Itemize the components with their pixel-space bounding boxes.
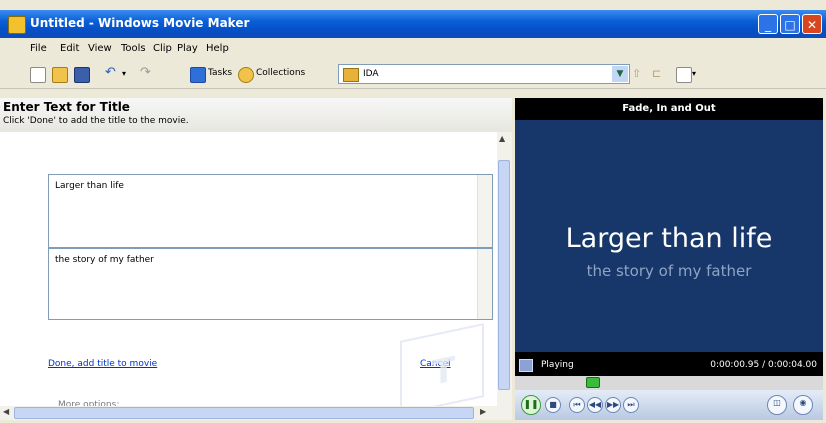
menu-play[interactable]: Play <box>177 43 198 54</box>
forward-icon[interactable]: ▶▶ <box>605 397 621 413</box>
stop-icon[interactable]: ■ <box>545 397 561 413</box>
next-frame-icon[interactable]: ⏭ <box>623 397 639 413</box>
open-project-icon[interactable] <box>52 67 68 83</box>
panel-instruction: Click 'Done' to add the title to the mov… <box>3 116 189 126</box>
undo-dropdown-icon[interactable]: ▾ <box>122 67 136 81</box>
take-picture-icon[interactable]: ◉ <box>793 395 813 415</box>
horizontal-scroll-thumb[interactable] <box>14 407 474 419</box>
minimize-button[interactable]: _ <box>758 14 778 34</box>
tasks-button[interactable]: Tasks <box>208 68 232 84</box>
playback-status: Playing <box>541 360 574 370</box>
collections-icon <box>238 67 254 83</box>
movie-maker-icon <box>8 16 26 34</box>
preview-screen: Larger than life the story of my father <box>515 120 823 352</box>
new-project-icon[interactable] <box>30 67 46 83</box>
collection-value: IDA <box>363 69 379 79</box>
collection-select[interactable]: IDA ▼ <box>338 64 630 84</box>
panel-heading: Enter Text for Title <box>3 100 130 114</box>
panel-header: Enter Text for Title Click 'Done' to add… <box>0 98 512 132</box>
panel-vertical-scrollbar[interactable]: ▲ ▼ <box>497 132 512 420</box>
tasks-icon <box>190 67 206 83</box>
rewind-icon[interactable]: ◀◀ <box>587 397 603 413</box>
menu-view[interactable]: View <box>88 43 112 54</box>
menu-help[interactable]: Help <box>206 43 229 54</box>
close-button[interactable]: ✕ <box>802 14 822 34</box>
seek-thumb[interactable] <box>586 377 600 388</box>
undo-icon[interactable]: ↶ <box>105 66 119 81</box>
playback-status-bar: Playing 0:00:00.95 / 0:00:04.00 <box>515 354 823 376</box>
playback-controls: ❚❚ ■ ⏮ ◀◀ ▶▶ ⏭ ◫ ◉ <box>515 390 823 420</box>
subtitle-text-value: the story of my father <box>55 255 154 265</box>
scroll-left-icon[interactable]: ◀ <box>3 407 9 416</box>
preview-monitor: Fade, In and Out Larger than life the st… <box>515 98 823 420</box>
scroll-right-icon[interactable]: ▶ <box>480 407 486 416</box>
title-task-panel: Enter Text for Title Click 'Done' to add… <box>0 98 512 420</box>
panel-horizontal-scrollbar[interactable]: ◀ ▶ <box>0 406 512 420</box>
preview-title-text: Larger than life <box>565 223 773 254</box>
subtitle-text-field[interactable]: the story of my father <box>48 248 493 320</box>
title-text-field[interactable]: Larger than life <box>48 174 493 248</box>
new-folder-icon[interactable]: ⊏ <box>652 67 666 81</box>
split-clip-icon[interactable]: ◫ <box>767 395 787 415</box>
playback-time: 0:00:00.95 / 0:00:04.00 <box>710 360 817 370</box>
folder-icon <box>343 68 359 82</box>
redo-icon[interactable]: ↷ <box>140 66 154 81</box>
panel-scroll-thumb[interactable] <box>498 160 510 390</box>
preview-subtitle-text: the story of my father <box>586 262 752 280</box>
toolbar: ↶ ▾ ↷ Tasks Collections IDA ▼ ⇧ ⊏ ▾ <box>0 60 826 89</box>
title-bar: Untitled - Windows Movie Maker _ □ ✕ <box>0 10 826 38</box>
maximize-button[interactable]: □ <box>780 14 800 34</box>
title-watermark-icon: T <box>400 323 484 415</box>
collections-button[interactable]: Collections <box>256 68 305 84</box>
menu-clip[interactable]: Clip <box>153 43 172 54</box>
pause-icon[interactable]: ❚❚ <box>521 395 541 415</box>
menu-tools[interactable]: Tools <box>121 43 146 54</box>
menu-bar: File Edit View Tools Clip Play Help <box>0 38 826 60</box>
chevron-down-icon[interactable]: ▼ <box>612 66 628 82</box>
subtitle-field-scrollbar[interactable] <box>477 249 492 319</box>
done-add-title-link[interactable]: Done, add title to movie <box>48 359 157 369</box>
title-text-value: Larger than life <box>55 181 124 191</box>
views-dropdown-icon[interactable]: ▾ <box>692 67 706 81</box>
save-icon[interactable] <box>74 67 90 83</box>
previous-frame-icon[interactable]: ⏮ <box>569 397 585 413</box>
scroll-up-icon[interactable]: ▲ <box>499 134 505 143</box>
app-window: Untitled - Windows Movie Maker _ □ ✕ Fil… <box>0 0 826 423</box>
up-folder-icon[interactable]: ⇧ <box>632 67 646 81</box>
seek-bar[interactable] <box>515 376 823 390</box>
menu-file[interactable]: File <box>30 43 47 54</box>
menu-edit[interactable]: Edit <box>60 43 79 54</box>
effect-name: Fade, In and Out <box>622 103 716 114</box>
window-title: Untitled - Windows Movie Maker <box>30 16 250 30</box>
title-field-scrollbar[interactable] <box>477 175 492 247</box>
views-icon[interactable] <box>676 67 692 83</box>
monitor-icon <box>519 359 533 372</box>
